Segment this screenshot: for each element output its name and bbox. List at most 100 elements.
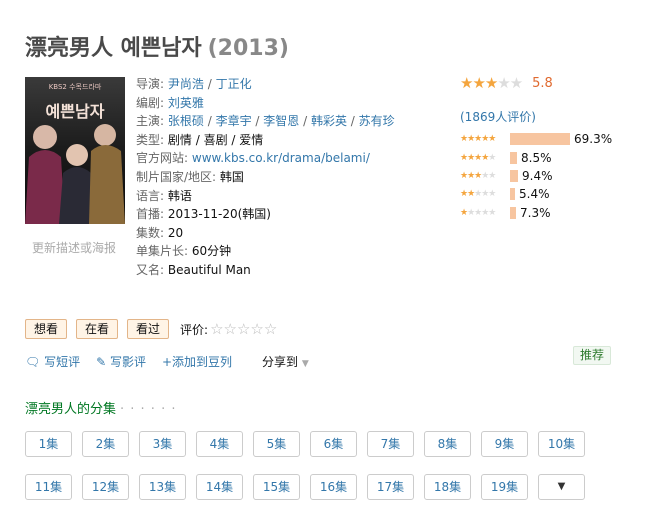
episodes-heading-dots: · · · · · · [120, 402, 177, 417]
episode-button[interactable]: 3集 [139, 431, 186, 457]
director-link[interactable]: 丁正化 [216, 77, 252, 91]
poster-title-text: 예쁜남자 [46, 102, 105, 121]
episodes-heading: 漂亮男人的分集 · · · · · · [25, 398, 176, 417]
rating-percent: 8.5% [521, 150, 552, 165]
rate-label: 评价: [180, 322, 209, 337]
title-text: 漂亮男人 예쁜남자 [25, 36, 202, 61]
episode-button[interactable]: 13集 [139, 474, 186, 500]
premiere-label: 首播: [136, 207, 165, 222]
more-episodes-button[interactable]: ▼ [538, 474, 585, 500]
rating-bar [510, 169, 518, 182]
wish-button[interactable]: 想看 [25, 319, 68, 339]
mini-stars-icon: ★★★★★ [460, 170, 496, 181]
review-link[interactable]: ✎ 写影评 [96, 353, 146, 370]
episode-button[interactable]: 2集 [82, 431, 129, 457]
update-poster-link[interactable]: 更新描述或海报 [32, 239, 116, 256]
rating-percent: 9.4% [522, 168, 553, 183]
director-row: 导演: 尹尚浩 / 丁正化 [136, 77, 252, 91]
director-label: 导演: [136, 77, 165, 91]
episode-button[interactable]: 17集 [367, 474, 414, 500]
done-button[interactable]: 看过 [127, 319, 170, 339]
rating-bar [510, 151, 517, 164]
episode-button[interactable]: 19集 [481, 474, 528, 500]
add-to-list-link[interactable]: +添加到豆列 [162, 353, 232, 370]
info-panel: 导演: 尹尚浩 / 丁正化 编剧: 刘英雅 主演: 张根硕 / 李章宇 / 李智… [136, 75, 436, 280]
runtime-label: 单集片长: [136, 244, 189, 259]
premiere-value: 2013-11-20(韩国) [167, 207, 271, 222]
rating-distribution-row: ★★★★★ 9.4% [460, 167, 612, 185]
genre-value: 喜剧 [203, 132, 228, 147]
episode-button[interactable]: 14集 [196, 474, 243, 500]
rating-bar [510, 206, 516, 219]
writer-link[interactable]: 刘英雅 [168, 96, 204, 110]
director-link[interactable]: 尹尚浩 [168, 77, 204, 91]
episode-button[interactable]: 5集 [253, 431, 300, 457]
short-review-label: 写短评 [44, 355, 81, 369]
genre-value: 爱情 [239, 132, 264, 147]
mini-stars-icon: ★★★★★ [460, 152, 496, 163]
language-row: 语言: 韩语 [136, 187, 436, 206]
runtime-row: 单集片长: 60分钟 [136, 242, 436, 261]
rate-stars-input[interactable]: ☆☆☆☆☆ [210, 320, 277, 338]
official-site-link[interactable]: www.kbs.co.kr/drama/belami/ [192, 151, 370, 165]
aka-row: 又名: Beautiful Man [136, 261, 436, 280]
action-links: 🗨︎ 写短评 ✎ 写影评 +添加到豆列 分享到 ▼ [25, 353, 309, 370]
poster-image[interactable]: KBS2 수목드라마 예쁜남자 [25, 77, 125, 224]
episode-button[interactable]: 10集 [538, 431, 585, 457]
genre-row: 类型: 剧情 / 喜剧 / 爱情 [136, 132, 264, 147]
country-value: 韩国 [219, 169, 244, 184]
cast-link[interactable]: 韩彩英 [311, 114, 347, 128]
cast-link[interactable]: 李智恩 [263, 114, 299, 128]
short-review-link[interactable]: 🗨︎ 写短评 [25, 353, 80, 370]
episode-button[interactable]: 11集 [25, 474, 72, 500]
rating-distribution: ★★★★★ 69.3% ★★★★★ 8.5% ★★★★★ 9.4% ★★★★★ 5.4% ★★★… [460, 130, 612, 222]
cast-label: 主演: [136, 114, 165, 129]
rating-percent: 5.4% [519, 187, 550, 202]
rating-bar [510, 188, 515, 201]
episode-button[interactable]: 15集 [253, 474, 300, 500]
writer-row: 编剧: 刘英雅 [136, 94, 436, 113]
episode-button[interactable]: 4集 [196, 431, 243, 457]
share-dropdown[interactable]: 分享到 ▼ [262, 353, 309, 370]
aka-value: Beautiful Man [167, 262, 251, 277]
title-year: (2013) [207, 36, 289, 61]
episodes-row: 集数: 20 [136, 224, 436, 243]
pencil-icon: ✎ [96, 355, 107, 369]
poster-art: KBS2 수목드라마 예쁜남자 [25, 77, 125, 224]
review-label: 写影评 [109, 355, 146, 369]
rating-count-link[interactable]: (1869人评价) [460, 108, 536, 125]
country-row: 制片国家/地区: 韩国 [136, 168, 436, 187]
rating-distribution-row: ★★★★★ 5.4% [460, 185, 612, 203]
writer-label: 编剧: [136, 95, 165, 110]
rating-distribution-row: ★★★★★ 7.3% [460, 204, 612, 222]
episode-button[interactable]: 18集 [424, 474, 471, 500]
language-label: 语言: [136, 188, 165, 203]
aka-label: 又名: [136, 262, 165, 277]
episode-button[interactable]: 6集 [310, 431, 357, 457]
cast-link[interactable]: 李章宇 [216, 114, 252, 128]
recommend-button[interactable]: 推荐 [573, 346, 612, 365]
runtime-value: 60分钟 [191, 244, 232, 259]
episodes-heading-text: 漂亮男人的分集 [25, 402, 117, 417]
episode-button[interactable]: 1集 [25, 431, 72, 457]
mini-stars-icon: ★★★★★ [460, 207, 496, 218]
episode-button[interactable]: 8集 [424, 431, 471, 457]
episode-button[interactable]: 16集 [310, 474, 357, 500]
rating-panel: ★★★★★ 5.8 (1869人评价) ★★★★★ 69.3% ★★★★★ 8.5% ★… [460, 74, 650, 220]
poster-logo-text: KBS2 수목드라마 [49, 82, 102, 91]
rating-summary: ★★★★★ 5.8 [460, 74, 650, 92]
language-value: 韩语 [167, 188, 192, 203]
episode-button[interactable]: 9集 [481, 431, 528, 457]
rating-distribution-row: ★★★★★ 69.3% [460, 130, 612, 148]
mini-stars-icon: ★★★★★ [460, 189, 496, 200]
rating-percent: 69.3% [574, 132, 613, 147]
mini-stars-icon: ★★★★★ [460, 134, 496, 145]
rating-stars-icon: ★★★★★ [460, 74, 523, 92]
episode-button[interactable]: 7集 [367, 431, 414, 457]
cast-link[interactable]: 苏有珍 [359, 114, 395, 128]
doing-button[interactable]: 在看 [76, 319, 119, 339]
cast-link[interactable]: 张根硕 [168, 114, 204, 128]
episode-button[interactable]: 12集 [82, 474, 129, 500]
rating-percent: 7.3% [520, 205, 551, 220]
rating-score: 5.8 [532, 75, 553, 91]
